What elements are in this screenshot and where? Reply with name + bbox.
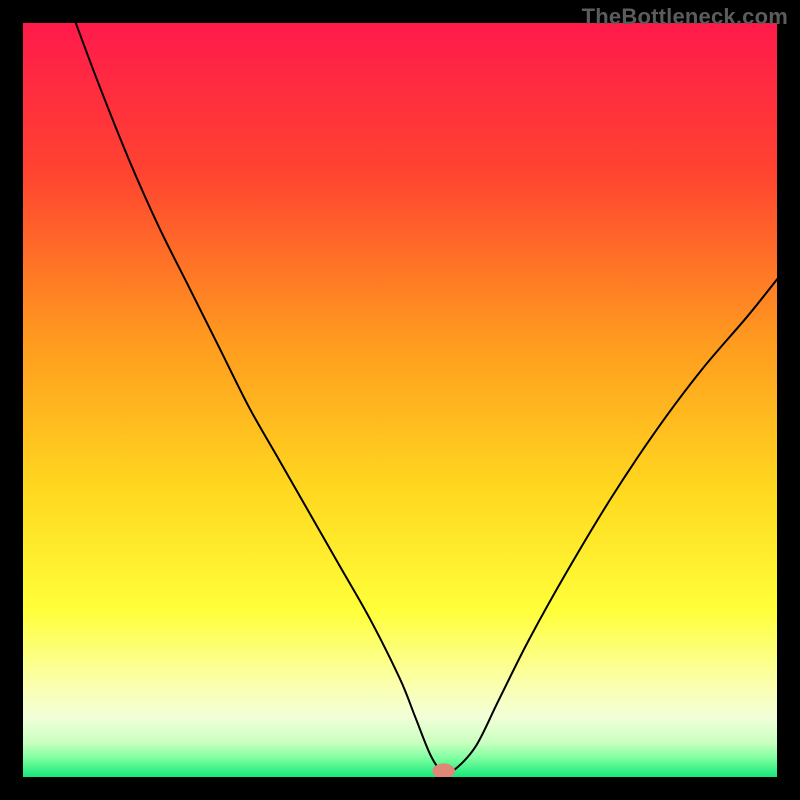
plot-area (23, 23, 777, 777)
gradient-background (23, 23, 777, 777)
chart-svg (23, 23, 777, 777)
watermark-text: TheBottleneck.com (582, 4, 788, 30)
chart-frame: TheBottleneck.com (0, 0, 800, 800)
